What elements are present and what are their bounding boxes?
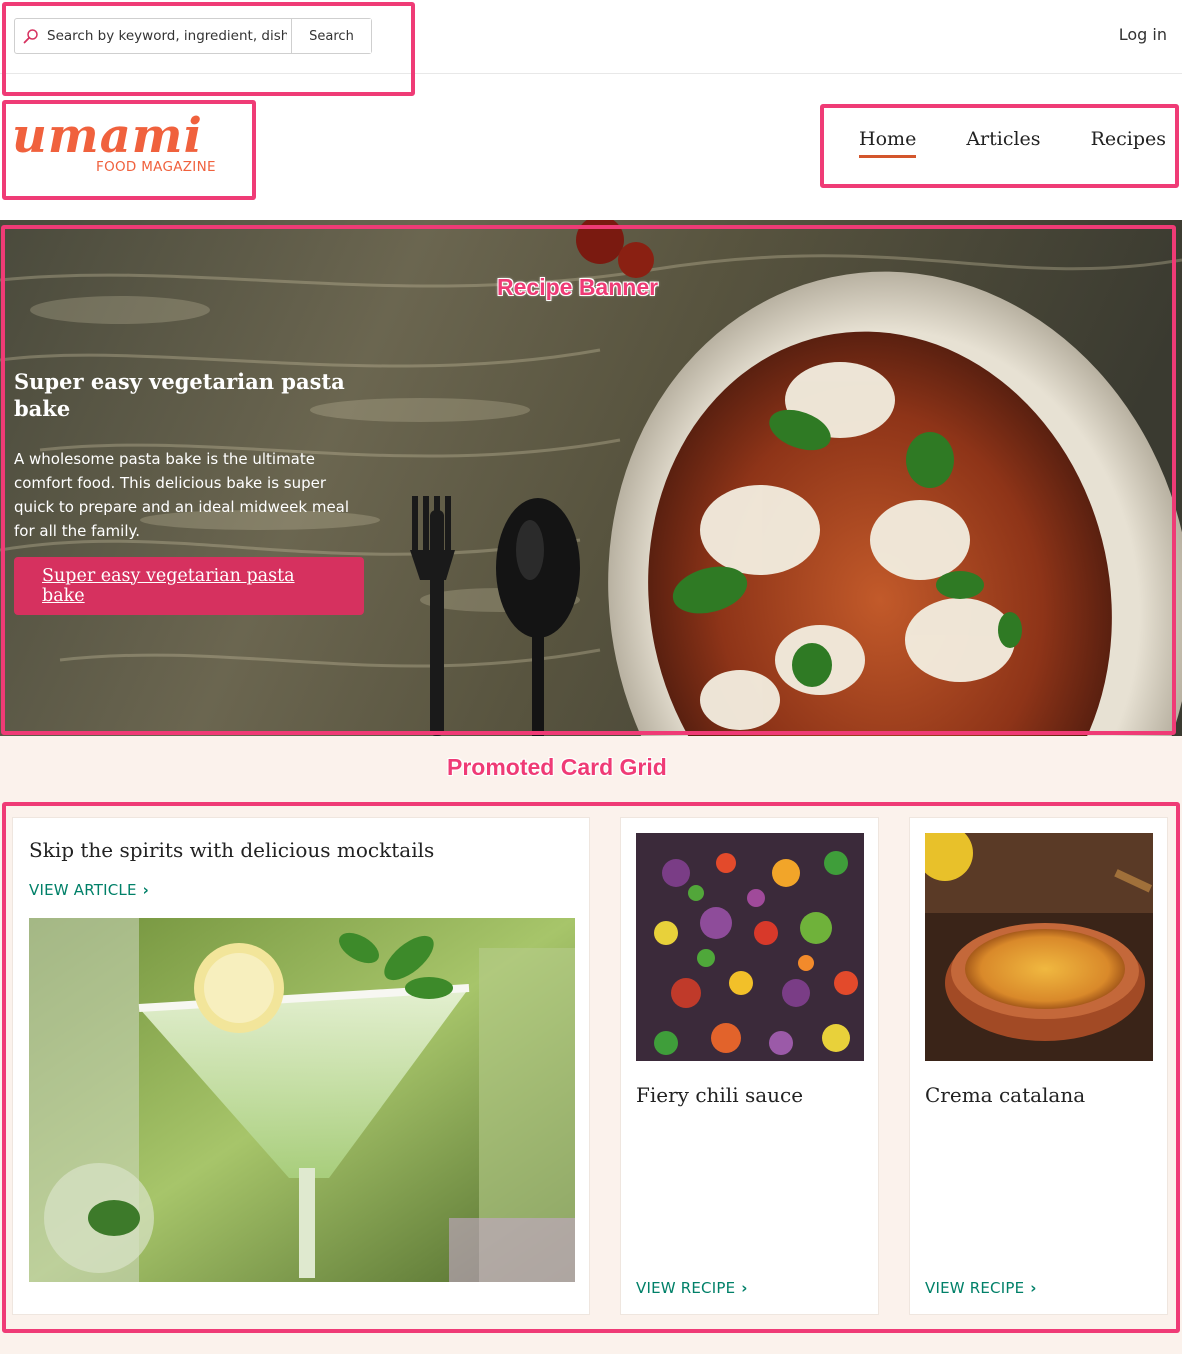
- chevron-right-icon: ›: [1030, 1279, 1037, 1297]
- search-field: [15, 19, 291, 53]
- card-title: Crema catalana: [925, 1083, 1086, 1107]
- article-card-mocktails[interactable]: Skip the spirits with delicious mocktail…: [12, 817, 590, 1315]
- site-logo[interactable]: umami FOOD MAGAZINE: [12, 110, 232, 182]
- main-navigation: Home Articles Recipes: [859, 128, 1166, 158]
- card-title: Skip the spirits with delicious mocktail…: [29, 838, 435, 862]
- search-button[interactable]: Search: [291, 19, 371, 53]
- link-label: VIEW RECIPE: [925, 1279, 1025, 1297]
- login-link[interactable]: Log in: [1119, 25, 1167, 44]
- chevron-right-icon: ›: [741, 1279, 748, 1297]
- view-article-link[interactable]: VIEW ARTICLE ›: [29, 881, 149, 899]
- search-form: Search: [14, 18, 372, 54]
- chili-sauce-image: [636, 833, 864, 1061]
- link-label: VIEW RECIPE: [636, 1279, 736, 1297]
- card-title: Fiery chili sauce: [636, 1083, 804, 1107]
- banner-content: Super easy vegetarian pasta bake A whole…: [14, 368, 364, 615]
- nav-articles[interactable]: Articles: [966, 128, 1040, 158]
- banner-title: Super easy vegetarian pasta bake: [14, 369, 345, 422]
- annotation-label-card-grid: Promoted Card Grid: [447, 754, 667, 780]
- annotation-label-banner: Recipe Banner: [497, 274, 659, 300]
- logo-tagline: FOOD MAGAZINE: [96, 159, 216, 175]
- recipe-card-crema-catalana[interactable]: Crema catalana VIEW RECIPE ›: [909, 817, 1168, 1315]
- banner-cta-button[interactable]: Super easy vegetarian pasta bake: [14, 556, 364, 615]
- view-recipe-link[interactable]: VIEW RECIPE ›: [636, 1279, 748, 1297]
- view-recipe-link[interactable]: VIEW RECIPE ›: [925, 1279, 1037, 1297]
- banner-description: A wholesome pasta bake is the ultimate c…: [14, 449, 350, 540]
- nav-recipes[interactable]: Recipes: [1091, 128, 1166, 158]
- mocktail-image: [29, 918, 575, 1282]
- recipe-card-chili-sauce[interactable]: Fiery chili sauce VIEW RECIPE ›: [620, 817, 879, 1315]
- nav-home[interactable]: Home: [859, 128, 917, 158]
- promoted-card-grid: Skip the spirits with delicious mocktail…: [0, 736, 1182, 1354]
- link-label: VIEW ARTICLE: [29, 881, 137, 899]
- search-icon: [23, 29, 38, 44]
- chevron-right-icon: ›: [142, 881, 150, 899]
- top-bar: Search Log in: [0, 0, 1182, 74]
- search-input[interactable]: [47, 28, 287, 44]
- logo-wordmark: umami: [12, 108, 203, 164]
- crema-catalana-image: [925, 833, 1153, 1061]
